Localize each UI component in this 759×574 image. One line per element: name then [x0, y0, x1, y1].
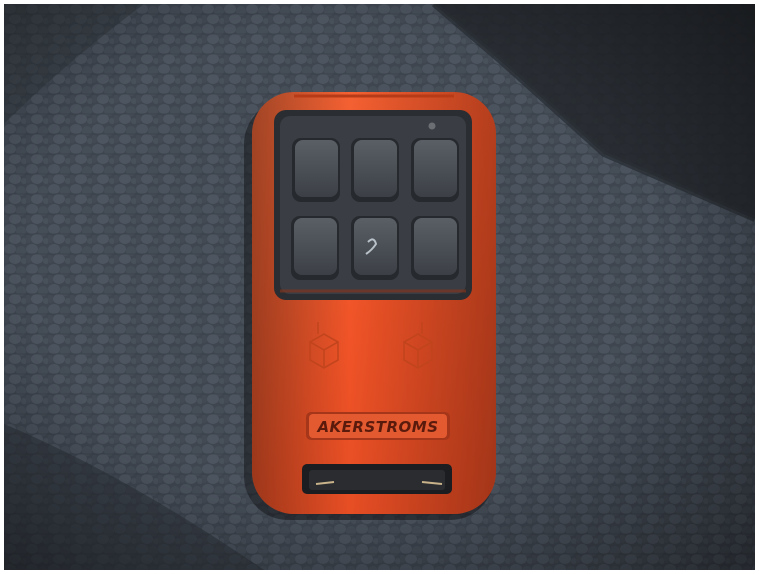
key-5[interactable] — [354, 218, 397, 275]
brand-label: AKERSTROMS — [316, 418, 438, 436]
photo-canvas: AKERSTROMS — [4, 4, 755, 570]
image-frame: AKERSTROMS — [0, 0, 759, 574]
key-3[interactable] — [414, 140, 457, 197]
key-1[interactable] — [295, 140, 338, 197]
key-2[interactable] — [354, 140, 397, 197]
key-4[interactable] — [294, 218, 337, 275]
remote-control: AKERSTROMS — [252, 92, 496, 514]
key-6[interactable] — [414, 218, 457, 275]
photo: AKERSTROMS — [4, 4, 755, 570]
